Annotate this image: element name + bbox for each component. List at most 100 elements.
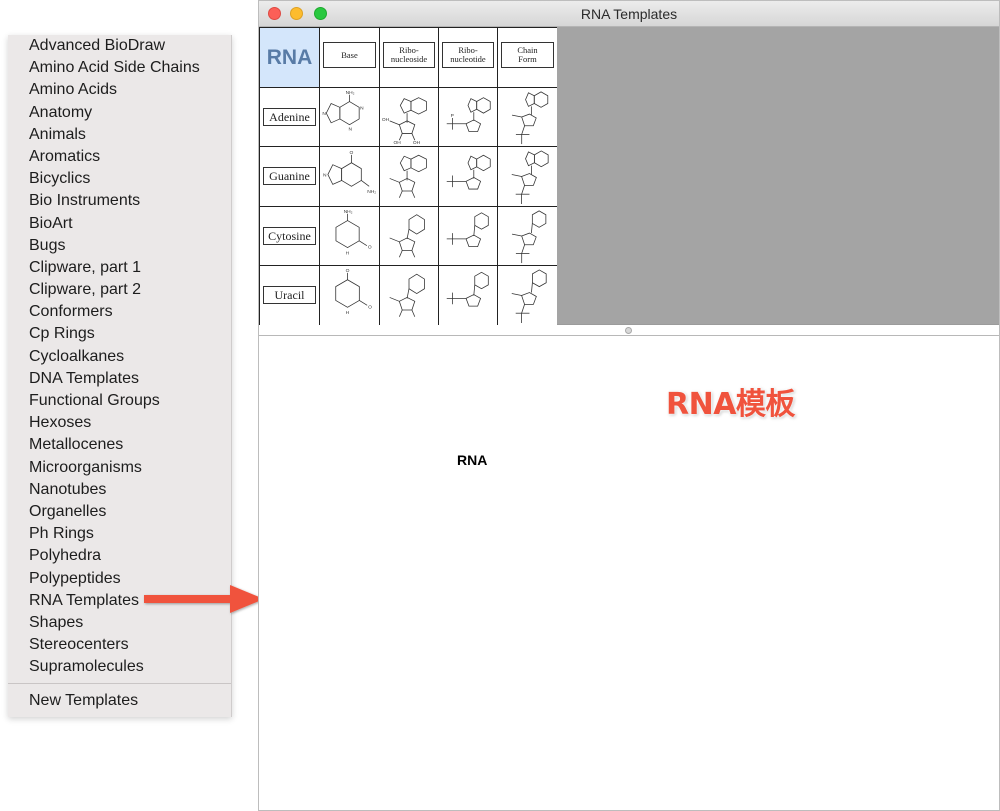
svg-text:N: N	[322, 111, 326, 117]
svg-text:O: O	[368, 304, 372, 310]
pyrimidine-structure-icon: NH₂ O H	[335, 209, 372, 256]
nucleotide-structure-icon	[446, 154, 491, 190]
menu-item-bicyclics[interactable]: Bicyclics	[8, 168, 231, 190]
menu-item-bio-instruments[interactable]: Bio Instruments	[8, 190, 231, 212]
menu-item-functional-groups[interactable]: Functional Groups	[8, 390, 231, 412]
chain-form-structure-icon	[511, 91, 549, 145]
column-header-chain-form[interactable]: Chain Form	[501, 42, 554, 68]
svg-text:N: N	[323, 173, 327, 179]
svg-text:O: O	[350, 150, 354, 156]
nucleoside-structure-icon	[389, 214, 425, 258]
column-header-base[interactable]: Base	[323, 42, 376, 68]
menu-separator	[8, 683, 231, 684]
template-uracil-ribonucleoside[interactable]	[379, 265, 438, 325]
grid-header-cell: Chain Form	[497, 27, 557, 87]
nucleotide-structure-icon: P	[446, 97, 491, 132]
template-cytosine-base[interactable]: NH₂ O H	[319, 206, 379, 265]
menu-item-amino-acids[interactable]: Amino Acids	[8, 79, 231, 101]
nucleoside-structure-icon	[389, 273, 425, 317]
menu-item-supramolecules[interactable]: Supramolecules	[8, 656, 231, 678]
nucleotide-structure-icon	[446, 212, 489, 248]
menu-item-cp-rings[interactable]: Cp Rings	[8, 323, 231, 345]
menu-item-cycloalkanes[interactable]: Cycloalkanes	[8, 346, 231, 368]
row-label-uracil[interactable]: Uracil	[263, 286, 316, 304]
splitter-handle[interactable]	[625, 327, 632, 334]
menu-item-aromatics[interactable]: Aromatics	[8, 146, 231, 168]
menu-item-ph-rings[interactable]: Ph Rings	[8, 523, 231, 545]
grid-corner-label: RNA	[266, 45, 313, 69]
template-adenine-base[interactable]: NH₂ N N N	[319, 87, 379, 146]
menu-item-new-templates[interactable]: New Templates	[8, 690, 231, 712]
menu-item-stereocenters[interactable]: Stereocenters	[8, 634, 231, 656]
svg-text:NH₂: NH₂	[367, 189, 376, 195]
grid-row-label-cell: Guanine	[259, 146, 319, 206]
svg-text:N: N	[360, 105, 364, 111]
template-uracil-chain-form[interactable]	[497, 265, 557, 325]
template-guanine-chain-form[interactable]	[497, 146, 557, 206]
template-preview-panel: RNA Base Ribo- nucleoside Ribo- nucleoti…	[259, 27, 999, 325]
menu-item-polyhedra[interactable]: Polyhedra	[8, 545, 231, 567]
menu-item-hexoses[interactable]: Hexoses	[8, 412, 231, 434]
row-label-cytosine[interactable]: Cytosine	[263, 227, 316, 245]
red-arrow-icon	[144, 585, 264, 613]
svg-text:H: H	[346, 250, 350, 256]
rna-template-grid: RNA Base Ribo- nucleoside Ribo- nucleoti…	[259, 27, 557, 325]
chain-form-structure-icon	[511, 269, 547, 324]
template-document-canvas[interactable]: RNA	[259, 335, 999, 810]
row-label-guanine[interactable]: Guanine	[263, 167, 316, 185]
grid-header-cell: Base	[319, 27, 379, 87]
purine-structure-icon: NH₂ N N N	[322, 90, 364, 133]
title-bar[interactable]: RNA Templates	[259, 1, 999, 27]
template-uracil-base[interactable]: O O H	[319, 265, 379, 325]
rna-templates-window: RNA Templates RNA Base Ribo- nucleoside …	[258, 0, 1000, 811]
svg-text:OH: OH	[382, 117, 390, 123]
menu-item-amino-acid-side-chains[interactable]: Amino Acid Side Chains	[8, 57, 231, 79]
template-guanine-ribonucleoside[interactable]	[379, 146, 438, 206]
menu-item-clipware-part-2[interactable]: Clipware, part 2	[8, 279, 231, 301]
menu-item-nanotubes[interactable]: Nanotubes	[8, 479, 231, 501]
grid-header-cell: Ribo- nucleotide	[438, 27, 497, 87]
svg-text:P: P	[451, 113, 454, 119]
template-uracil-ribonucleotide[interactable]	[438, 265, 497, 325]
nucleoside-structure-icon: OH OH OH	[382, 97, 427, 146]
menu-item-organelles[interactable]: Organelles	[8, 501, 231, 523]
nucleoside-structure-icon	[389, 154, 427, 198]
menu-item-advanced-biodraw[interactable]: Advanced BioDraw	[8, 35, 231, 57]
template-adenine-chain-form[interactable]	[497, 87, 557, 146]
svg-text:O: O	[368, 245, 372, 251]
grid-row-label-cell: Cytosine	[259, 206, 319, 265]
column-header-ribonucleoside[interactable]: Ribo- nucleoside	[383, 42, 435, 68]
svg-text:O: O	[346, 268, 350, 274]
menu-item-bioart[interactable]: BioArt	[8, 213, 231, 235]
window-title: RNA Templates	[580, 6, 678, 22]
svg-text:H: H	[346, 310, 350, 316]
menu-item-anatomy[interactable]: Anatomy	[8, 102, 231, 124]
grid-row-label-cell: Adenine	[259, 87, 319, 146]
chain-form-structure-icon	[511, 150, 549, 205]
svg-text:N: N	[349, 127, 353, 133]
nucleotide-structure-icon	[446, 271, 489, 307]
template-cytosine-ribonucleoside[interactable]	[379, 206, 438, 265]
canvas-rna-label: RNA	[457, 452, 488, 468]
menu-item-conformers[interactable]: Conformers	[8, 301, 231, 323]
menu-item-clipware-part-1[interactable]: Clipware, part 1	[8, 257, 231, 279]
column-header-ribonucleotide[interactable]: Ribo- nucleotide	[442, 42, 494, 68]
menu-item-dna-templates[interactable]: DNA Templates	[8, 368, 231, 390]
grid-corner-cell: RNA	[259, 27, 319, 87]
template-adenine-ribonucleoside[interactable]: OH OH OH	[379, 87, 438, 146]
annotation-label: RNA模板	[666, 387, 795, 422]
row-label-adenine[interactable]: Adenine	[263, 108, 316, 126]
menu-item-microorganisms[interactable]: Microorganisms	[8, 457, 231, 479]
template-cytosine-chain-form[interactable]	[497, 206, 557, 265]
chain-form-structure-icon	[511, 210, 547, 264]
menu-item-animals[interactable]: Animals	[8, 124, 231, 146]
template-cytosine-ribonucleotide[interactable]	[438, 206, 497, 265]
template-adenine-ribonucleotide[interactable]: P	[438, 87, 497, 146]
template-guanine-ribonucleotide[interactable]	[438, 146, 497, 206]
menu-item-bugs[interactable]: Bugs	[8, 235, 231, 257]
pyrimidine-structure-icon: O O H	[335, 268, 372, 316]
template-guanine-base[interactable]: O NH₂ N	[319, 146, 379, 206]
menu-item-metallocenes[interactable]: Metallocenes	[8, 434, 231, 456]
svg-text:NH₂: NH₂	[344, 209, 353, 215]
menu-new-templates-container: New Templates	[8, 690, 231, 712]
